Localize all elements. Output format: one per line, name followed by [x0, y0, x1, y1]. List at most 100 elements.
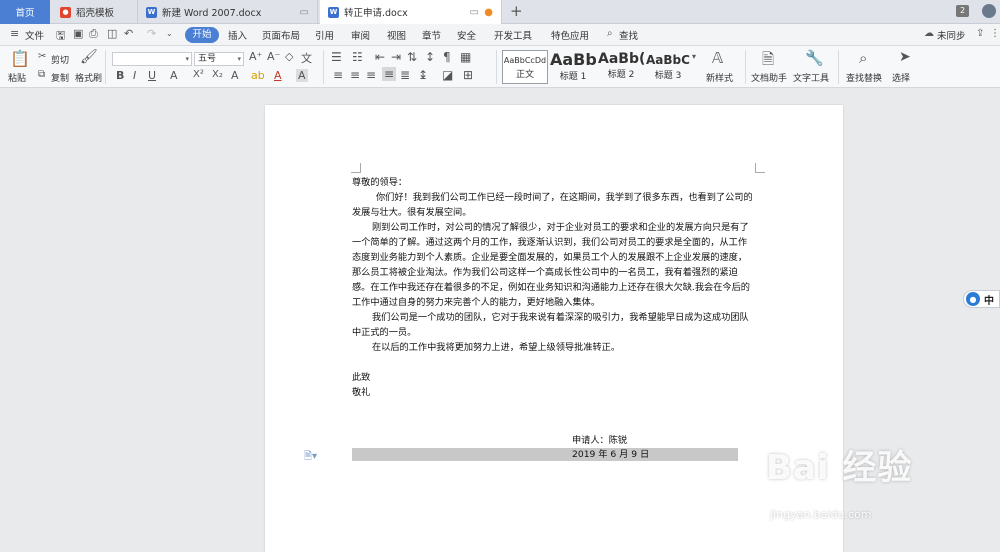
- menu-find[interactable]: 查找: [619, 28, 638, 42]
- highlight-icon[interactable]: ab: [251, 69, 265, 82]
- menu-review[interactable]: 审阅: [351, 28, 370, 42]
- unsaved-dot-icon: ●: [484, 6, 493, 18]
- find-replace-icon[interactable]: ⌕: [859, 49, 867, 67]
- numbered-list-icon[interactable]: ☷: [352, 50, 363, 64]
- borders-icon[interactable]: ⊞: [463, 68, 473, 82]
- redo-icon[interactable]: ↷: [147, 27, 156, 40]
- menu-bar: ≡ 文件 🖫 ▣ ⎙ ◫ ↶ ↷ ⌄ 开始 插入 页面布局 引用 审阅 视图 章…: [0, 24, 1000, 46]
- paragraph-layout-icon[interactable]: 🗎▾: [304, 449, 317, 466]
- hamburger-icon[interactable]: ≡: [10, 27, 19, 40]
- scissors-icon[interactable]: ✂: [38, 51, 46, 62]
- tab-doc-zhuanzheng[interactable]: W 转正申请.docx ▭ ●: [320, 0, 502, 24]
- print-preview-icon[interactable]: ◫: [107, 27, 117, 40]
- increase-indent-icon[interactable]: ⇥: [391, 50, 401, 64]
- select-button[interactable]: 选择: [892, 71, 910, 84]
- quick-access-more-icon[interactable]: ⌄: [166, 29, 173, 38]
- find-replace-button[interactable]: 查找替换: [846, 71, 882, 84]
- menu-special[interactable]: 特色应用: [551, 28, 589, 42]
- decrease-indent-icon[interactable]: ⇤: [375, 50, 385, 64]
- distributed-icon[interactable]: ≣: [400, 68, 410, 82]
- style-heading2[interactable]: AaBb( 标题 2: [598, 50, 644, 84]
- align-right-icon[interactable]: ≡: [366, 68, 376, 82]
- menu-file[interactable]: 文件: [25, 28, 44, 42]
- text-effect-icon[interactable]: A: [231, 69, 239, 82]
- copy-button[interactable]: 复制: [51, 71, 69, 84]
- italic-icon[interactable]: I: [133, 69, 136, 82]
- tab-doc-zhuanzheng-label: 转正申请.docx: [344, 8, 408, 19]
- menu-page-layout[interactable]: 页面布局: [262, 28, 300, 42]
- shrink-font-icon[interactable]: A⁻: [267, 50, 280, 63]
- menu-developer[interactable]: 开发工具: [494, 28, 532, 42]
- paste-icon[interactable]: 📋: [10, 49, 30, 68]
- style-gallery-more-icon[interactable]: ▾: [692, 52, 696, 61]
- chinese-layout-icon[interactable]: ⇅: [407, 50, 417, 64]
- style-normal[interactable]: AaBbCcDd 正文: [502, 50, 548, 84]
- tab-templates-label: 稻壳模板: [76, 8, 115, 19]
- copy-icon[interactable]: ⧉: [38, 69, 45, 80]
- document-page[interactable]: 尊敬的领导： 你们好！我到我们公司工作已经一段时间了，在这期间，我学到了很多东西…: [265, 105, 843, 552]
- tab-templates[interactable]: ● 稻壳模板: [52, 0, 138, 24]
- font-family-select[interactable]: ▾: [112, 52, 192, 66]
- underline-icon[interactable]: U: [148, 69, 156, 82]
- shading-icon[interactable]: ◪: [442, 68, 453, 82]
- sort-icon[interactable]: ↕: [425, 50, 435, 64]
- grow-font-icon[interactable]: A⁺: [249, 50, 262, 63]
- style-heading3[interactable]: AaBbC( 标题 3: [646, 50, 690, 84]
- monitor-icon[interactable]: ▭: [470, 7, 479, 18]
- show-marks-icon[interactable]: ¶: [443, 50, 451, 64]
- pinyin-icon[interactable]: 文: [301, 50, 312, 66]
- paste-button[interactable]: 粘贴: [8, 71, 26, 84]
- margin-marker-top-right: [755, 163, 765, 173]
- style-heading2-preview: AaBb(: [598, 51, 644, 67]
- save-icon[interactable]: 🖫: [56, 27, 65, 46]
- char-shading-icon[interactable]: A: [296, 69, 308, 82]
- menu-insert[interactable]: 插入: [228, 28, 247, 42]
- ime-indicator[interactable]: ● 中: [963, 290, 1000, 308]
- cut-button[interactable]: 剪切: [51, 53, 69, 66]
- menu-chapter[interactable]: 章节: [422, 28, 441, 42]
- monitor-icon[interactable]: ▭: [300, 7, 309, 18]
- format-painter-icon[interactable]: 🖌: [80, 49, 98, 65]
- style-heading1[interactable]: AaBb 标题 1: [550, 50, 596, 84]
- cloud-icon[interactable]: ☁: [924, 28, 934, 39]
- align-left-icon[interactable]: ≡: [333, 68, 343, 82]
- print-icon[interactable]: ⎙: [89, 27, 98, 41]
- line-spacing-icon[interactable]: ↨: [418, 68, 428, 82]
- tab-home[interactable]: 首页: [0, 0, 50, 24]
- font-color-icon[interactable]: A: [274, 69, 282, 82]
- doc-assistant-button[interactable]: 文档助手: [751, 71, 787, 84]
- clear-format-icon[interactable]: ◇: [285, 50, 293, 63]
- share-icon[interactable]: ⇪: [976, 28, 984, 39]
- new-style-button[interactable]: 新样式: [706, 71, 733, 84]
- text-tools-button[interactable]: 文字工具: [793, 71, 829, 84]
- window-count-badge[interactable]: 2: [956, 5, 969, 17]
- tab-doc-word2007[interactable]: W 新建 Word 2007.docx ▭: [138, 0, 318, 24]
- align-center-icon[interactable]: ≡: [350, 68, 360, 82]
- document-body[interactable]: 尊敬的领导： 你们好！我到我们公司工作已经一段时间了，在这期间，我学到了很多东西…: [352, 175, 756, 400]
- menu-start[interactable]: 开始: [185, 27, 219, 43]
- font-effect-icon[interactable]: A: [170, 69, 178, 82]
- format-painter-button[interactable]: 格式刷: [75, 71, 102, 84]
- menu-references[interactable]: 引用: [315, 28, 334, 42]
- superscript-icon[interactable]: X²: [193, 69, 204, 80]
- avatar[interactable]: [982, 4, 996, 18]
- font-size-select[interactable]: 五号 ▾: [194, 52, 244, 66]
- watermark-url: jingyan.baidu.com: [770, 508, 872, 521]
- cursor-icon[interactable]: ➤: [899, 49, 911, 65]
- new-style-icon[interactable]: 𝔸: [712, 49, 723, 67]
- new-tab-button[interactable]: +: [510, 2, 523, 20]
- search-icon[interactable]: ⌕: [607, 28, 613, 39]
- more-icon[interactable]: ⋮: [990, 28, 1000, 39]
- menu-view[interactable]: 视图: [387, 28, 406, 42]
- justify-icon[interactable]: ≡: [382, 67, 397, 81]
- bold-icon[interactable]: B: [116, 69, 124, 82]
- menu-security[interactable]: 安全: [457, 28, 476, 42]
- subscript-icon[interactable]: X₂: [212, 69, 223, 80]
- export-pdf-icon[interactable]: ▣: [73, 27, 83, 40]
- sync-status[interactable]: 未同步: [937, 28, 966, 42]
- bullet-list-icon[interactable]: ☰: [331, 50, 342, 64]
- border-icon[interactable]: ▦: [460, 50, 471, 64]
- undo-icon[interactable]: ↶: [124, 27, 133, 40]
- divider: [496, 50, 497, 84]
- wrench-icon[interactable]: 🔧: [805, 49, 824, 67]
